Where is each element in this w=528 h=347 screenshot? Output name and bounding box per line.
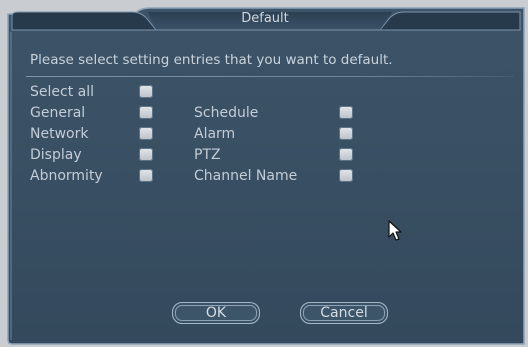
default-dialog: Default Please select setting entries th…	[0, 0, 528, 347]
select-all-label: Select all	[30, 84, 94, 100]
display-label: Display	[30, 147, 82, 163]
ptz-checkbox[interactable]	[339, 148, 353, 161]
ok-button[interactable]: OK	[172, 302, 260, 324]
cancel-button[interactable]: Cancel	[300, 302, 388, 324]
general-checkbox[interactable]	[139, 106, 153, 119]
arrow-cursor-icon	[388, 220, 402, 241]
dialog-title: Default	[241, 11, 289, 26]
channel-name-checkbox[interactable]	[339, 169, 353, 182]
schedule-checkbox[interactable]	[339, 106, 353, 119]
abnormity-checkbox[interactable]	[139, 169, 153, 182]
alarm-checkbox[interactable]	[339, 127, 353, 140]
select-all-checkbox[interactable]	[139, 85, 153, 98]
channel-name-label: Channel Name	[194, 168, 298, 184]
ptz-label: PTZ	[194, 147, 221, 163]
schedule-label: Schedule	[194, 105, 259, 121]
display-checkbox[interactable]	[139, 148, 153, 161]
network-checkbox[interactable]	[139, 127, 153, 140]
abnormity-label: Abnormity	[30, 168, 103, 184]
instruction-text: Please select setting entries that you w…	[30, 52, 393, 68]
network-label: Network	[30, 126, 89, 142]
alarm-label: Alarm	[194, 126, 236, 142]
general-label: General	[30, 105, 86, 121]
divider	[26, 76, 514, 77]
